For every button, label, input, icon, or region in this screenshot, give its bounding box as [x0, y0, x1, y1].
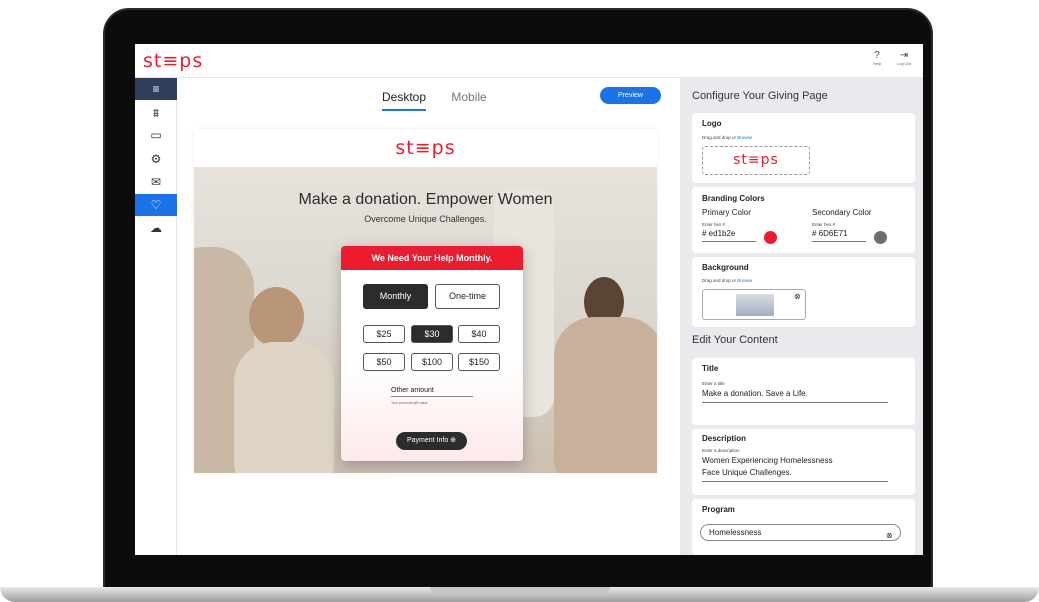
donation-card: We Need Your Help Monthly. Monthly One-t…: [341, 246, 523, 461]
card-header: We Need Your Help Monthly.: [341, 246, 523, 270]
primary-color-label: Primary Color: [702, 208, 751, 217]
help-button[interactable]: ? Help: [866, 50, 888, 66]
laptop-frame: st≡ps ? Help ⇥ Log Out ≡ ⩩ ▭ ⚙ ✉ ♡ ☁ Des…: [0, 0, 1039, 602]
logout-label: Log Out: [896, 61, 912, 66]
analytics-icon: ⩩: [152, 105, 160, 120]
amount-30-button[interactable]: $30: [411, 325, 453, 343]
secondary-underline: [812, 241, 866, 242]
app-logo[interactable]: st≡ps: [143, 50, 203, 72]
description-underline: [702, 481, 888, 482]
amount-25-button[interactable]: $25: [363, 325, 405, 343]
preview-logo: st≡ps: [194, 129, 657, 167]
giving-page-preview: st≡ps Make a donation. Empower Women Ove…: [194, 129, 657, 473]
program-panel: Program Homelessness ⊗: [692, 499, 915, 555]
cloud-icon: ☁: [150, 221, 162, 235]
hero-title: Make a donation. Empower Women: [298, 191, 553, 208]
hero-subtitle: Overcome Unique Challenges.: [364, 214, 487, 224]
program-field-label: Program: [702, 505, 735, 514]
amount-150-button[interactable]: $150: [458, 353, 500, 371]
logo-browse-link[interactable]: Browse: [737, 135, 752, 140]
primary-color-swatch[interactable]: [764, 231, 777, 244]
other-amount-input[interactable]: Other amount: [391, 387, 473, 397]
description-input-line2[interactable]: Face Unique Challenges.: [702, 468, 792, 477]
sidebar-item-salesforce[interactable]: ☁: [135, 217, 177, 239]
program-value: Homelessness: [709, 528, 762, 537]
logo-label: Logo: [702, 119, 722, 128]
sidebar-item-analytics[interactable]: ⩩: [135, 102, 177, 124]
config-title: Configure Your Giving Page: [692, 90, 828, 102]
help-label: Help: [872, 61, 882, 66]
secondary-hex-hint: Enter hex #: [812, 222, 836, 227]
hero-figure-body: [234, 342, 334, 473]
branding-panel: Branding Colors Primary Color Secondary …: [692, 187, 915, 253]
app-screen: st≡ps ? Help ⇥ Log Out ≡ ⩩ ▭ ⚙ ✉ ♡ ☁ Des…: [135, 44, 923, 555]
title-input[interactable]: Make a donation. Save a Life.: [702, 389, 808, 398]
sidebar-item-menu[interactable]: ≡: [135, 78, 177, 100]
background-panel: Background Drag and drop or Browse ⊗: [692, 257, 915, 327]
remove-background-icon[interactable]: ⊗: [794, 292, 801, 301]
background-dropzone[interactable]: ⊗: [702, 289, 806, 320]
payment-info-button[interactable]: Payment Info ⊕: [396, 432, 467, 450]
secondary-hex-input[interactable]: # 6D6E71: [812, 229, 848, 238]
logout-icon: ⇥: [899, 50, 909, 61]
preview-area: Desktop Mobile Preview st≡ps Make a dona…: [177, 78, 680, 555]
tab-mobile[interactable]: Mobile: [451, 90, 486, 109]
logo-drag-text: Drag and drop or Browse: [702, 135, 753, 140]
background-thumbnail: [736, 294, 774, 316]
tab-desktop[interactable]: Desktop: [382, 90, 427, 111]
amount-40-button[interactable]: $40: [458, 325, 500, 343]
laptop-notch: [430, 587, 610, 593]
background-browse-link[interactable]: Browse: [737, 278, 752, 283]
primary-hex-input[interactable]: # ed1b2e: [702, 229, 735, 238]
content-section-title: Edit Your Content: [692, 334, 778, 346]
sidebar-item-giving-page[interactable]: ♡: [135, 194, 177, 216]
amount-50-button[interactable]: $50: [363, 353, 405, 371]
preview-button[interactable]: Preview: [600, 87, 661, 104]
top-bar: st≡ps ? Help ⇥ Log Out: [135, 44, 923, 78]
background-label: Background: [702, 263, 749, 272]
heart-icon: ♡: [150, 198, 162, 212]
sidebar-item-payments[interactable]: ▭: [135, 124, 177, 146]
config-panel: Configure Your Giving Page Logo Drag and…: [680, 78, 923, 555]
description-field-label: Description: [702, 434, 747, 443]
description-input-line1[interactable]: Women Experiencing Homelessness: [702, 456, 833, 465]
menu-icon: ≡: [152, 82, 160, 96]
hero-figure-right: [554, 317, 657, 473]
primary-underline: [702, 241, 756, 242]
sidebar: ≡ ⩩ ▭ ⚙ ✉ ♡ ☁: [135, 78, 177, 555]
description-field-hint: Enter a description: [702, 448, 740, 453]
other-amount-help: Your personal gift value: [391, 401, 428, 405]
title-panel: Title Enter a title Make a donation. Sav…: [692, 358, 915, 425]
gear-icon: ⚙: [150, 152, 162, 166]
help-icon: ?: [874, 50, 880, 61]
background-drag-text: Drag and drop or Browse: [702, 278, 753, 283]
sidebar-item-settings[interactable]: ⚙: [135, 148, 177, 170]
title-field-hint: Enter a title: [702, 381, 725, 386]
one-time-button[interactable]: One-time: [435, 284, 500, 309]
amount-100-button[interactable]: $100: [411, 353, 453, 371]
program-select[interactable]: Homelessness ⊗: [700, 524, 901, 541]
secondary-color-swatch[interactable]: [874, 231, 887, 244]
clear-program-icon[interactable]: ⊗: [886, 528, 893, 543]
primary-hex-hint: Enter hex #: [702, 222, 726, 227]
view-tabs: Desktop Mobile: [382, 90, 509, 111]
secondary-color-label: Secondary Color: [812, 208, 872, 217]
monthly-button[interactable]: Monthly: [363, 284, 428, 309]
description-panel: Description Enter a description Women Ex…: [692, 429, 915, 495]
hero-figure-head: [249, 287, 304, 347]
hero-image: Make a donation. Empower Women Overcome …: [194, 167, 657, 473]
card-icon: ▭: [150, 128, 162, 142]
mail-icon: ✉: [150, 175, 162, 189]
logo-panel: Logo Drag and drop or Browse st≡ps: [692, 113, 915, 183]
title-field-label: Title: [702, 364, 719, 373]
title-underline: [702, 402, 888, 403]
sidebar-item-messages[interactable]: ✉: [135, 171, 177, 193]
branding-label: Branding Colors: [702, 194, 765, 203]
logout-button[interactable]: ⇥ Log Out: [893, 50, 915, 66]
logo-dropzone[interactable]: st≡ps: [702, 146, 810, 175]
